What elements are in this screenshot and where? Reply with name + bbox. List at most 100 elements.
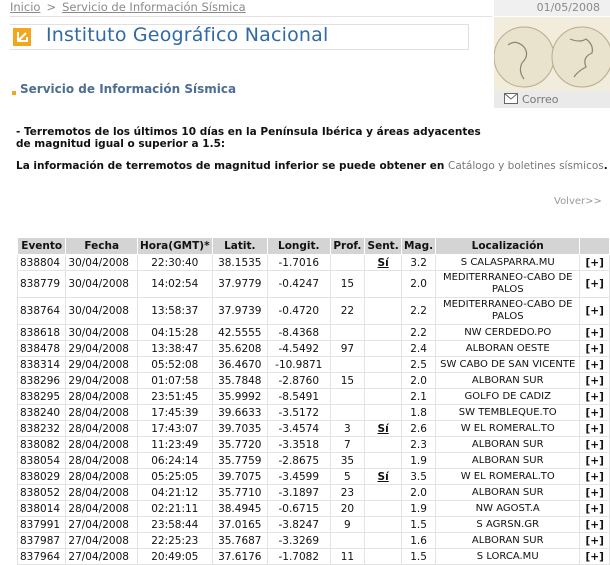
event-felt[interactable]: Sí: [364, 468, 403, 485]
event-depth: 15: [329, 270, 366, 298]
event-id: 837987: [16, 532, 67, 549]
table-row: 838240 28/04/2008 17:45:39 39.6633 -3.5172 1.…: [16, 404, 610, 421]
breadcrumb-separator: >: [46, 0, 57, 14]
event-depth: 97: [329, 340, 366, 357]
event-felt: [364, 452, 403, 469]
details-link[interactable]: [+]: [579, 436, 610, 453]
event-location: S LORCA.MU: [435, 548, 581, 565]
event-time: 17:45:39: [137, 404, 213, 421]
event-felt: [364, 372, 403, 389]
details-link[interactable]: [+]: [579, 297, 610, 325]
event-date: 28/04/2008: [65, 436, 138, 453]
event-longitude: -3.8247: [266, 516, 331, 533]
event-id: 838296: [16, 372, 67, 389]
details-link[interactable]: [+]: [579, 372, 610, 389]
details-link[interactable]: [+]: [579, 532, 610, 549]
event-depth: [329, 404, 366, 421]
details-link[interactable]: [+]: [579, 484, 610, 501]
event-felt: [364, 548, 403, 565]
details-link[interactable]: [+]: [579, 324, 610, 341]
event-felt: [364, 516, 403, 533]
details-link[interactable]: [+]: [579, 270, 610, 298]
event-longitude: -1.7016: [266, 254, 331, 271]
details-link[interactable]: [+]: [579, 340, 610, 357]
volver-link[interactable]: Volver>>: [554, 196, 602, 207]
event-time: 23:51:45: [137, 388, 213, 405]
event-magnitude: 1.8: [401, 404, 437, 421]
event-date: 27/04/2008: [65, 548, 138, 565]
breadcrumb-home-link[interactable]: Inicio: [10, 0, 40, 14]
details-link[interactable]: [+]: [579, 254, 610, 271]
details-link[interactable]: [+]: [579, 500, 610, 517]
column-header: Sent.: [364, 237, 403, 255]
event-time: 11:23:49: [137, 436, 213, 453]
event-magnitude: 1.9: [401, 500, 437, 517]
details-link[interactable]: [+]: [579, 356, 610, 373]
details-link[interactable]: [+]: [579, 452, 610, 469]
event-latitude: 35.7720: [211, 436, 268, 453]
details-link[interactable]: [+]: [579, 404, 610, 421]
correo-link[interactable]: Correo: [494, 91, 610, 108]
column-header: Prof.: [329, 237, 366, 255]
event-magnitude: 1.6: [401, 532, 437, 549]
breadcrumb: Inicio > Servicio de Información Sísmica: [10, 0, 246, 14]
table-row: 837964 27/04/2008 20:49:05 37.6176 -1.7082 11…: [16, 548, 610, 565]
event-id: 838014: [16, 500, 67, 517]
details-link[interactable]: [+]: [579, 468, 610, 485]
event-depth: [329, 388, 366, 405]
event-time: 22:25:23: [137, 532, 213, 549]
event-felt[interactable]: Sí: [364, 420, 403, 437]
event-magnitude: 3.5: [401, 468, 437, 485]
event-felt: [364, 388, 403, 405]
event-magnitude: 1.5: [401, 516, 437, 533]
table-body: 838804 30/04/2008 22:30:40 38.1535 -1.7016 Sí…: [16, 254, 610, 565]
event-id: 838029: [16, 468, 67, 485]
breadcrumb-current-link[interactable]: Servicio de Información Sísmica: [62, 0, 246, 14]
event-depth: [329, 324, 366, 341]
event-id: 838314: [16, 356, 67, 373]
event-location: SW TEMBLEQUE.TO: [435, 404, 581, 421]
details-link[interactable]: [+]: [579, 420, 610, 437]
table-row: 838014 28/04/2008 02:21:11 38.4945 -0.6715 20…: [16, 500, 610, 517]
event-magnitude: 2.4: [401, 340, 437, 357]
info-prefix: La información de terremotos de magnitud…: [16, 160, 445, 172]
event-date: 27/04/2008: [65, 532, 138, 549]
table-row: 838764 30/04/2008 13:58:37 37.9739 -0.4720 22…: [16, 297, 610, 325]
event-longitude: -3.1897: [266, 484, 331, 501]
event-depth: 35: [329, 452, 366, 469]
event-latitude: 37.6176: [211, 548, 268, 565]
details-link[interactable]: [+]: [579, 548, 610, 565]
event-location: ALBORAN SUR: [435, 372, 581, 389]
event-depth: 9: [329, 516, 366, 533]
table-row: 837991 27/04/2008 23:58:44 37.0165 -3.8247 9 1…: [16, 516, 610, 533]
event-location: S CALASPARRA.MU: [435, 254, 581, 271]
event-time: 05:25:05: [137, 468, 213, 485]
event-longitude: -8.4368: [266, 324, 331, 341]
column-header: Fecha: [65, 237, 138, 255]
event-time: 06:24:14: [137, 452, 213, 469]
event-location: ALBORAN SUR: [435, 452, 581, 469]
event-time: 14:02:54: [137, 270, 213, 298]
event-longitude: -8.5491: [266, 388, 331, 405]
event-location: MEDITERRANEO-CABO DE PALOS: [435, 270, 581, 298]
event-magnitude: 2.1: [401, 388, 437, 405]
event-felt: [364, 500, 403, 517]
event-date: 27/04/2008: [65, 516, 138, 533]
event-location: MEDITERRANEO-CABO DE PALOS: [435, 297, 581, 325]
event-date: 28/04/2008: [65, 404, 138, 421]
event-magnitude: 2.0: [401, 484, 437, 501]
event-id: 838764: [16, 297, 67, 325]
section-subtitle: Servicio de Información Sísmica: [20, 82, 237, 96]
event-depth: 15: [329, 372, 366, 389]
column-header: Longit.: [266, 237, 331, 255]
event-latitude: 42.5555: [211, 324, 268, 341]
mail-icon: [504, 92, 518, 109]
event-magnitude: 2.0: [401, 270, 437, 298]
table-header-row: Evento Fecha Hora(GMT)* Latit. Longit. Prof. S…: [16, 237, 610, 255]
details-link[interactable]: [+]: [579, 388, 610, 405]
event-longitude: -0.4720: [266, 297, 331, 325]
details-link[interactable]: [+]: [579, 516, 610, 533]
event-felt[interactable]: Sí: [364, 254, 403, 271]
catalogo-link[interactable]: Catálogo y boletines sísmicos: [448, 160, 604, 172]
event-location: SW CABO DE SAN VICENTE: [435, 356, 581, 373]
